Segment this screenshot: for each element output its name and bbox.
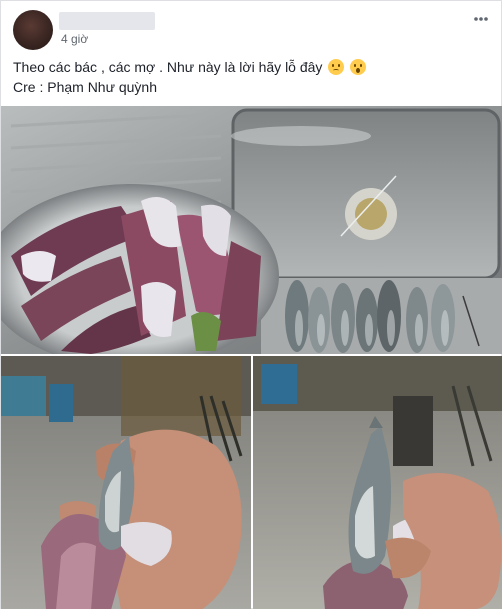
author-avatar[interactable] [13,10,53,50]
photo-squid-held-with-fish[interactable] [1,356,251,609]
photo-squid-plate-sink-fish[interactable] [1,106,502,354]
caption-line-1: Theo các bác , các mợ . Như này là lời h… [13,58,483,78]
astonished-face-icon [350,59,367,75]
more-options-button[interactable] [471,9,491,29]
disappointed-face-icon [328,59,345,75]
post-timestamp[interactable]: 4 giờ [61,32,88,46]
more-horizontal-icon [474,17,488,21]
post-caption: Theo các bác , các mợ . Như này là lời h… [13,58,483,98]
author-name-redacted[interactable] [59,12,155,30]
facebook-post: 4 giờ Theo các bác , các mợ . Như này là… [0,0,502,609]
photo-fish-in-squid-closeup[interactable] [253,356,502,609]
caption-line-2: Cre : Phạm Như quỳnh [13,79,157,95]
